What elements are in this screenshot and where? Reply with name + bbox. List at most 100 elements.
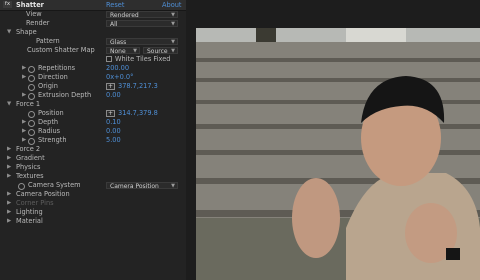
textures-group[interactable]: ▶ Textures [0, 172, 186, 181]
stopwatch-icon[interactable] [28, 111, 35, 118]
triangle-open-icon[interactable]: ▼ [7, 100, 11, 109]
about-link[interactable]: About [162, 1, 182, 9]
pattern-dropdown[interactable]: Glass ▼ [106, 38, 178, 46]
physics-group[interactable]: ▶ Physics [0, 163, 186, 172]
material-label: Material [16, 217, 43, 225]
view-value: Rendered [110, 12, 139, 19]
extrusion-label: Extrusion Depth [38, 91, 92, 99]
triangle-icon[interactable]: ▶ [22, 136, 26, 145]
effect-controls-panel: fx Shatter Reset About View Rendered ▼ R… [0, 0, 186, 280]
shape-group[interactable]: ▼ Shape [0, 28, 186, 37]
stopwatch-icon[interactable] [28, 138, 35, 145]
custom-map-source-dropdown[interactable]: Source ▼ [143, 47, 178, 55]
direction-row: ▶ Direction 0x+0.0° [0, 73, 186, 82]
gradient-label: Gradient [16, 154, 45, 162]
custom-map-layer-dropdown[interactable]: None ▼ [106, 47, 140, 55]
composition-viewer[interactable] [196, 28, 480, 280]
depth-label: Depth [38, 118, 59, 126]
triangle-icon[interactable]: ▶ [22, 64, 26, 73]
watch [446, 248, 460, 260]
position-value[interactable]: 314.7,379.8 [118, 109, 158, 118]
camera-system-label: Camera System [28, 181, 81, 189]
depth-value[interactable]: 0.10 [106, 118, 121, 127]
chevron-down-icon: ▼ [171, 12, 175, 18]
depth-row: ▶ Depth 0.10 [0, 118, 186, 127]
extrusion-value[interactable]: 0.00 [106, 91, 121, 100]
triangle-icon[interactable]: ▶ [22, 118, 26, 127]
force1-group[interactable]: ▼ Force 1 [0, 100, 186, 109]
direction-value[interactable]: 0x+0.0° [106, 73, 133, 82]
stopwatch-icon[interactable] [28, 66, 35, 73]
radius-value[interactable]: 0.00 [106, 127, 121, 136]
repetitions-row: ▶ Repetitions 200.00 [0, 64, 186, 73]
direction-label: Direction [38, 73, 68, 81]
crosshair-icon[interactable]: + [106, 110, 115, 117]
triangle-icon[interactable]: ▶ [7, 154, 11, 163]
white-tiles-checkbox[interactable] [106, 56, 112, 62]
render-dropdown[interactable]: All ▼ [106, 20, 178, 28]
chevron-down-icon: ▼ [171, 183, 175, 189]
force2-group[interactable]: ▶ Force 2 [0, 145, 186, 154]
stopwatch-icon[interactable] [28, 84, 35, 91]
camera-position-label: Camera Position [16, 190, 70, 198]
material-group[interactable]: ▶ Material [0, 217, 186, 226]
render-label: Render [26, 19, 50, 27]
triangle-icon[interactable]: ▶ [22, 91, 26, 100]
strength-value[interactable]: 5.00 [106, 136, 121, 145]
extrusion-row: ▶ Extrusion Depth 0.00 [0, 91, 186, 100]
fx-toggle-icon[interactable]: fx [3, 1, 12, 8]
triangle-icon[interactable]: ▶ [22, 73, 26, 82]
triangle-icon[interactable]: ▶ [7, 208, 11, 217]
pattern-value: Glass [110, 39, 127, 46]
chevron-down-icon: ▼ [171, 48, 175, 54]
triangle-icon[interactable]: ▶ [7, 190, 11, 199]
triangle-open-icon[interactable]: ▼ [7, 28, 11, 37]
effect-name[interactable]: Shatter [16, 1, 44, 9]
reset-link[interactable]: Reset [106, 1, 124, 9]
custom-map-source: Source [147, 48, 168, 55]
custom-map-label: Custom Shatter Map [27, 46, 95, 54]
chevron-down-icon: ▼ [133, 48, 137, 54]
triangle-icon[interactable]: ▶ [7, 145, 11, 154]
view-label: View [26, 10, 42, 18]
render-row: Render All ▼ [0, 19, 186, 28]
crosshair-icon[interactable]: + [106, 83, 115, 90]
triangle-icon[interactable]: ▶ [22, 127, 26, 136]
view-dropdown[interactable]: Rendered ▼ [106, 11, 178, 19]
origin-value[interactable]: 378.7,217.3 [118, 82, 158, 91]
repetitions-value[interactable]: 200.00 [106, 64, 129, 73]
corner-pins-group[interactable]: ▶ Corner Pins [0, 199, 186, 208]
triangle-icon[interactable]: ▶ [7, 199, 11, 208]
viewer-top-strip [186, 0, 480, 28]
lighting-label: Lighting [16, 208, 43, 216]
gradient-group[interactable]: ▶ Gradient [0, 154, 186, 163]
force1-label: Force 1 [16, 100, 41, 108]
stopwatch-icon[interactable] [28, 129, 35, 136]
textures-label: Textures [16, 172, 44, 180]
force2-label: Force 2 [16, 145, 41, 153]
render-value: All [110, 21, 118, 28]
shape-label: Shape [16, 28, 37, 36]
chevron-down-icon: ▼ [171, 21, 175, 27]
stopwatch-icon[interactable] [28, 75, 35, 82]
position-row: Position + 314.7,379.8 [0, 109, 186, 118]
lighting-group[interactable]: ▶ Lighting [0, 208, 186, 217]
pattern-row: Pattern Glass ▼ [0, 37, 186, 46]
stopwatch-icon[interactable] [28, 93, 35, 100]
chevron-down-icon: ▼ [171, 39, 175, 45]
stopwatch-icon[interactable] [28, 120, 35, 127]
camera-system-value: Camera Position [110, 183, 159, 190]
triangle-icon[interactable]: ▶ [7, 163, 11, 172]
camera-system-dropdown[interactable]: Camera Position ▼ [106, 182, 178, 190]
pattern-label: Pattern [36, 37, 60, 45]
position-label: Position [38, 109, 64, 117]
radius-label: Radius [38, 127, 61, 135]
triangle-icon[interactable]: ▶ [7, 172, 11, 181]
stopwatch-icon[interactable] [18, 183, 25, 190]
video-frame [196, 28, 480, 280]
custom-map-value: None [110, 48, 126, 55]
triangle-icon[interactable]: ▶ [7, 217, 11, 226]
camera-position-group[interactable]: ▶ Camera Position [0, 190, 186, 199]
origin-row: Origin + 378.7,217.3 [0, 82, 186, 91]
repetitions-label: Repetitions [38, 64, 76, 72]
